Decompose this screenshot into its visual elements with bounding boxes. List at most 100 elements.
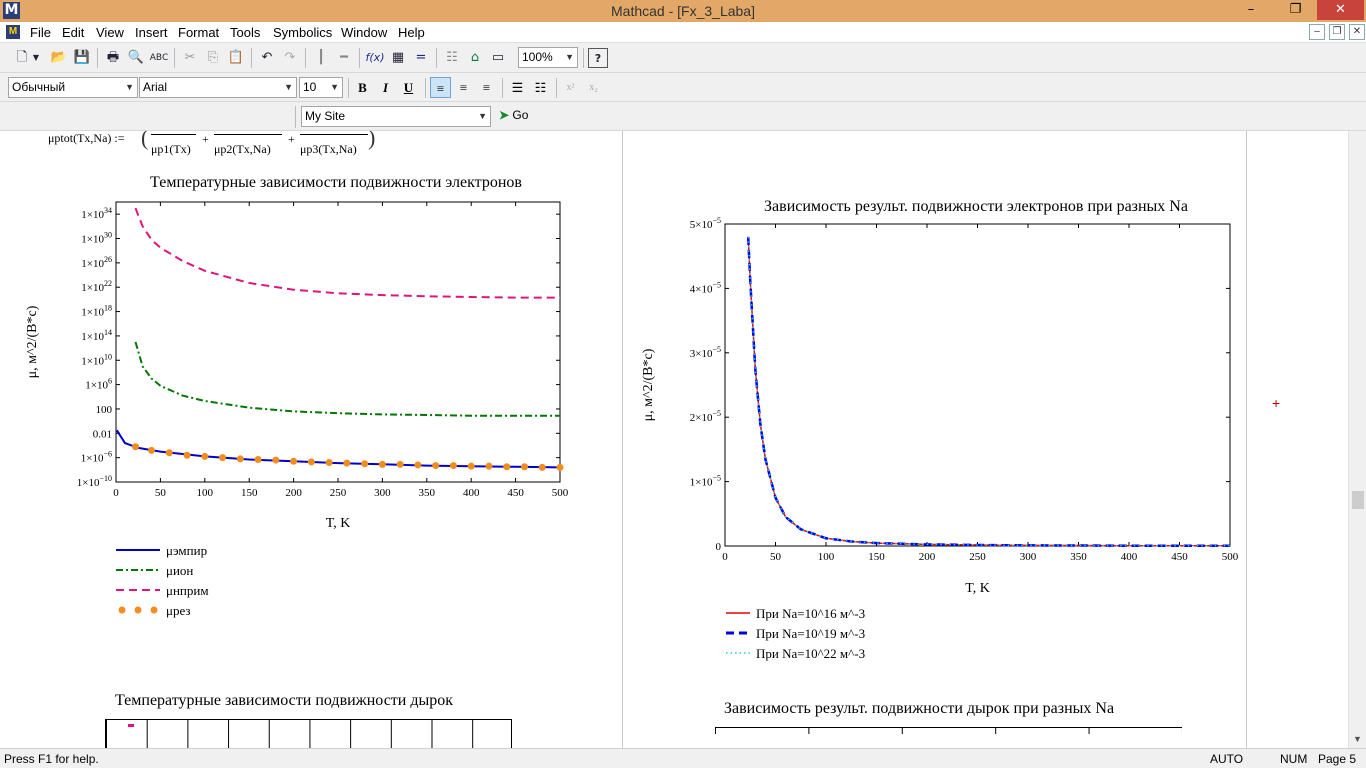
chevron-down-icon: ▼ <box>478 111 487 121</box>
new-file-icon[interactable]: 🗋 <box>12 48 32 68</box>
data-point <box>201 452 209 460</box>
y-tick-label: 1×1018 <box>81 304 112 319</box>
paste-icon[interactable]: 📋 <box>226 48 246 68</box>
legend-label: При Na=10^22 м^-3 <box>756 646 865 661</box>
series-line <box>747 236 1231 547</box>
undo-icon[interactable]: ↶ <box>257 48 277 68</box>
y-tick-label: 5×10−5 <box>690 216 721 231</box>
go-arrow-icon: ➤ <box>499 108 510 122</box>
menu-tools[interactable]: Tools <box>230 25 260 40</box>
holes-result-chart-title: Зависимость результ. подвижности дырок п… <box>724 700 1115 717</box>
numbered-list-icon[interactable]: ☷ <box>530 77 551 98</box>
print-icon[interactable]: 🖶 <box>103 48 123 68</box>
menu-format[interactable]: Format <box>178 25 219 40</box>
site-value: My Site <box>305 109 346 123</box>
doc-close-button[interactable]: ✕ <box>1349 24 1365 40</box>
cut-icon[interactable]: ✂ <box>180 48 200 68</box>
resource-center-icon[interactable]: ⌂ <box>465 48 485 68</box>
menu-edit[interactable]: Edit <box>62 25 84 40</box>
doc-minimize-button[interactable]: – <box>1309 24 1325 40</box>
subscript-icon[interactable]: x₂ <box>583 77 604 98</box>
formula-paren-left: ( <box>141 131 149 150</box>
data-point <box>414 461 422 469</box>
doc-restore-button[interactable]: ❐ <box>1329 24 1345 40</box>
x-tick-label: 250 <box>969 551 986 563</box>
series-line <box>747 236 1231 547</box>
electron-mobility-chart[interactable]: Температурные зависимости подвижности эл… <box>20 167 600 637</box>
document-icon[interactable]: M <box>6 25 20 39</box>
insert-function-icon[interactable]: f(x) <box>365 48 385 68</box>
minimize-button[interactable]: – <box>1228 0 1274 20</box>
holes-chart-frame[interactable] <box>105 719 512 748</box>
result-mobility-chart[interactable]: Зависимость результ. подвижности электро… <box>630 191 1250 671</box>
style-select[interactable]: Обычный ▼ <box>8 77 138 98</box>
menu-view[interactable]: View <box>96 25 124 40</box>
formula-plus: + <box>202 132 209 146</box>
x-axis-label: T, K <box>326 516 351 531</box>
vertical-scrollbar[interactable]: ▼ <box>1348 131 1366 748</box>
restore-button[interactable]: ❐ <box>1274 0 1317 20</box>
menu-insert[interactable]: Insert <box>135 25 168 40</box>
print-preview-icon[interactable]: 🔍 <box>126 48 146 68</box>
y-tick-label: 1×10−5 <box>690 474 721 489</box>
insert-unit-icon[interactable]: ▦ <box>388 48 408 68</box>
data-point <box>165 449 173 457</box>
align-across-icon[interactable]: ┃ <box>311 48 331 68</box>
open-folder-icon[interactable]: 📂 <box>49 48 69 68</box>
help-icon[interactable]: ? <box>588 48 608 68</box>
close-button[interactable]: ✕ <box>1317 0 1364 20</box>
y-tick-label: 1×10−6 <box>81 450 112 465</box>
menu-file[interactable]: File <box>30 25 51 40</box>
italic-button[interactable]: I <box>375 77 396 98</box>
redo-icon[interactable]: ↷ <box>280 48 300 68</box>
data-point <box>219 454 227 462</box>
chart-title: Зависимость результ. подвижности электро… <box>764 198 1188 215</box>
font-size-value: 10 <box>303 80 317 94</box>
font-select[interactable]: Arial ▼ <box>139 77 297 98</box>
status-mode: AUTO <box>1210 752 1244 766</box>
legend-label: При Na=10^19 м^-3 <box>756 626 865 641</box>
calculate-icon[interactable]: = <box>411 48 431 68</box>
window-title: Mathcad - [Fx_3_Laba] <box>611 3 755 19</box>
y-tick-label: 0 <box>716 541 722 553</box>
x-tick-label: 0 <box>113 487 119 499</box>
menu-window[interactable]: Window <box>341 25 387 40</box>
spellcheck-icon[interactable]: ABC <box>149 48 169 68</box>
x-tick-label: 350 <box>1070 551 1087 563</box>
insert-region-icon[interactable]: ▭ <box>488 48 508 68</box>
y-tick-label: 3×10−5 <box>690 345 721 360</box>
align-left-icon[interactable]: ≡ <box>430 77 451 98</box>
bullet-list-icon[interactable]: ☰ <box>507 77 528 98</box>
chevron-down-icon: ▼ <box>284 82 293 92</box>
superscript-icon[interactable]: x² <box>560 77 581 98</box>
holes-result-chart-frame[interactable] <box>715 727 1182 748</box>
underline-button[interactable]: U <box>398 77 419 98</box>
menu-symbolics[interactable]: Symbolics <box>273 25 332 40</box>
copy-icon[interactable]: ⎘ <box>203 48 223 68</box>
site-select[interactable]: My Site ▼ <box>301 106 491 127</box>
formula-lhs: μptot(Tx,Na) := <box>48 131 125 145</box>
x-tick-label: 300 <box>1020 551 1037 563</box>
menu-help[interactable]: Help <box>398 25 425 40</box>
font-size-select[interactable]: 10 ▼ <box>299 77 343 98</box>
chevron-down-icon: ▼ <box>125 82 134 92</box>
data-point <box>361 460 369 468</box>
bold-button[interactable]: B <box>352 77 373 98</box>
scroll-down-icon[interactable]: ▼ <box>1353 734 1362 744</box>
data-point <box>307 458 315 466</box>
new-dropdown-icon[interactable]: ▼ <box>30 48 42 68</box>
worksheet[interactable]: μptot(Tx,Na) := ( μp1(Tx) + μp2(Tx,Na) +… <box>0 131 1348 748</box>
align-center-icon[interactable]: ≡ <box>453 77 474 98</box>
crosshair-cursor: + <box>1272 395 1281 411</box>
y-tick-label: 1×10−10 <box>77 474 112 489</box>
y-axis-label: μ, м^2/(В*с) <box>25 305 40 378</box>
zoom-select[interactable]: 100% ▼ <box>518 47 578 68</box>
data-point <box>538 463 546 471</box>
scroll-thumb[interactable] <box>1352 491 1364 509</box>
align-right-icon[interactable]: ≡ <box>476 77 497 98</box>
legend-label: μион <box>166 563 193 578</box>
align-down-icon[interactable]: ━ <box>334 48 354 68</box>
save-icon[interactable]: 💾 <box>72 48 92 68</box>
insert-component-icon[interactable]: ☷ <box>442 48 462 68</box>
go-button[interactable]: ➤ Go <box>499 108 528 122</box>
